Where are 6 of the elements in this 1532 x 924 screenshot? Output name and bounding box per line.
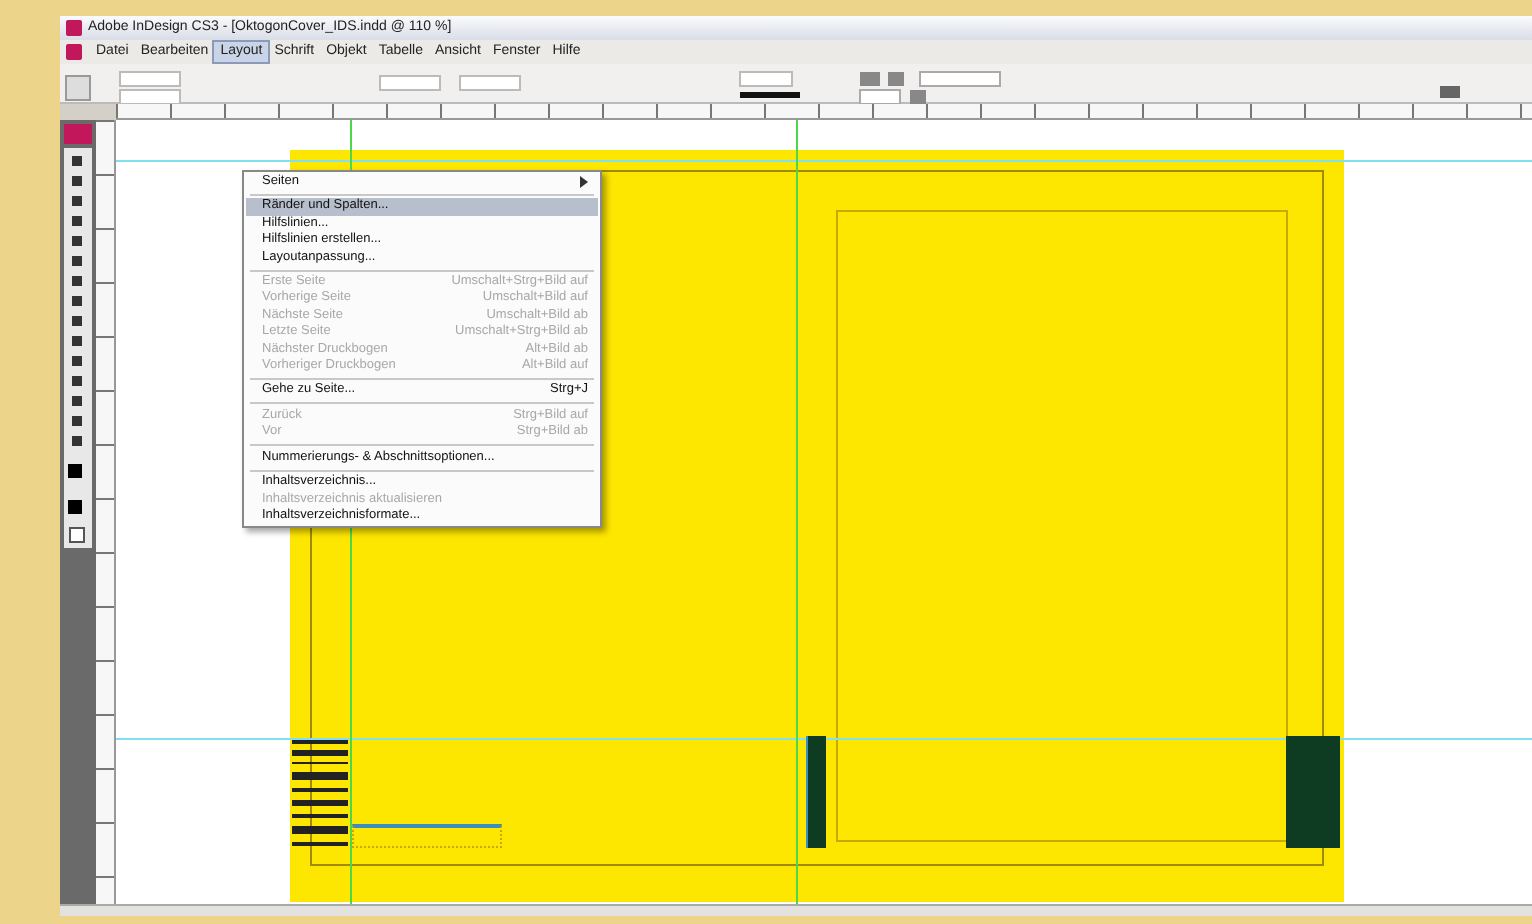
spine-block	[1286, 736, 1340, 848]
app-icon	[66, 20, 82, 36]
tool-panel[interactable]	[60, 120, 96, 904]
submenu-arrow-icon	[580, 176, 588, 189]
spine-block	[806, 736, 826, 848]
document-icon	[66, 44, 82, 60]
